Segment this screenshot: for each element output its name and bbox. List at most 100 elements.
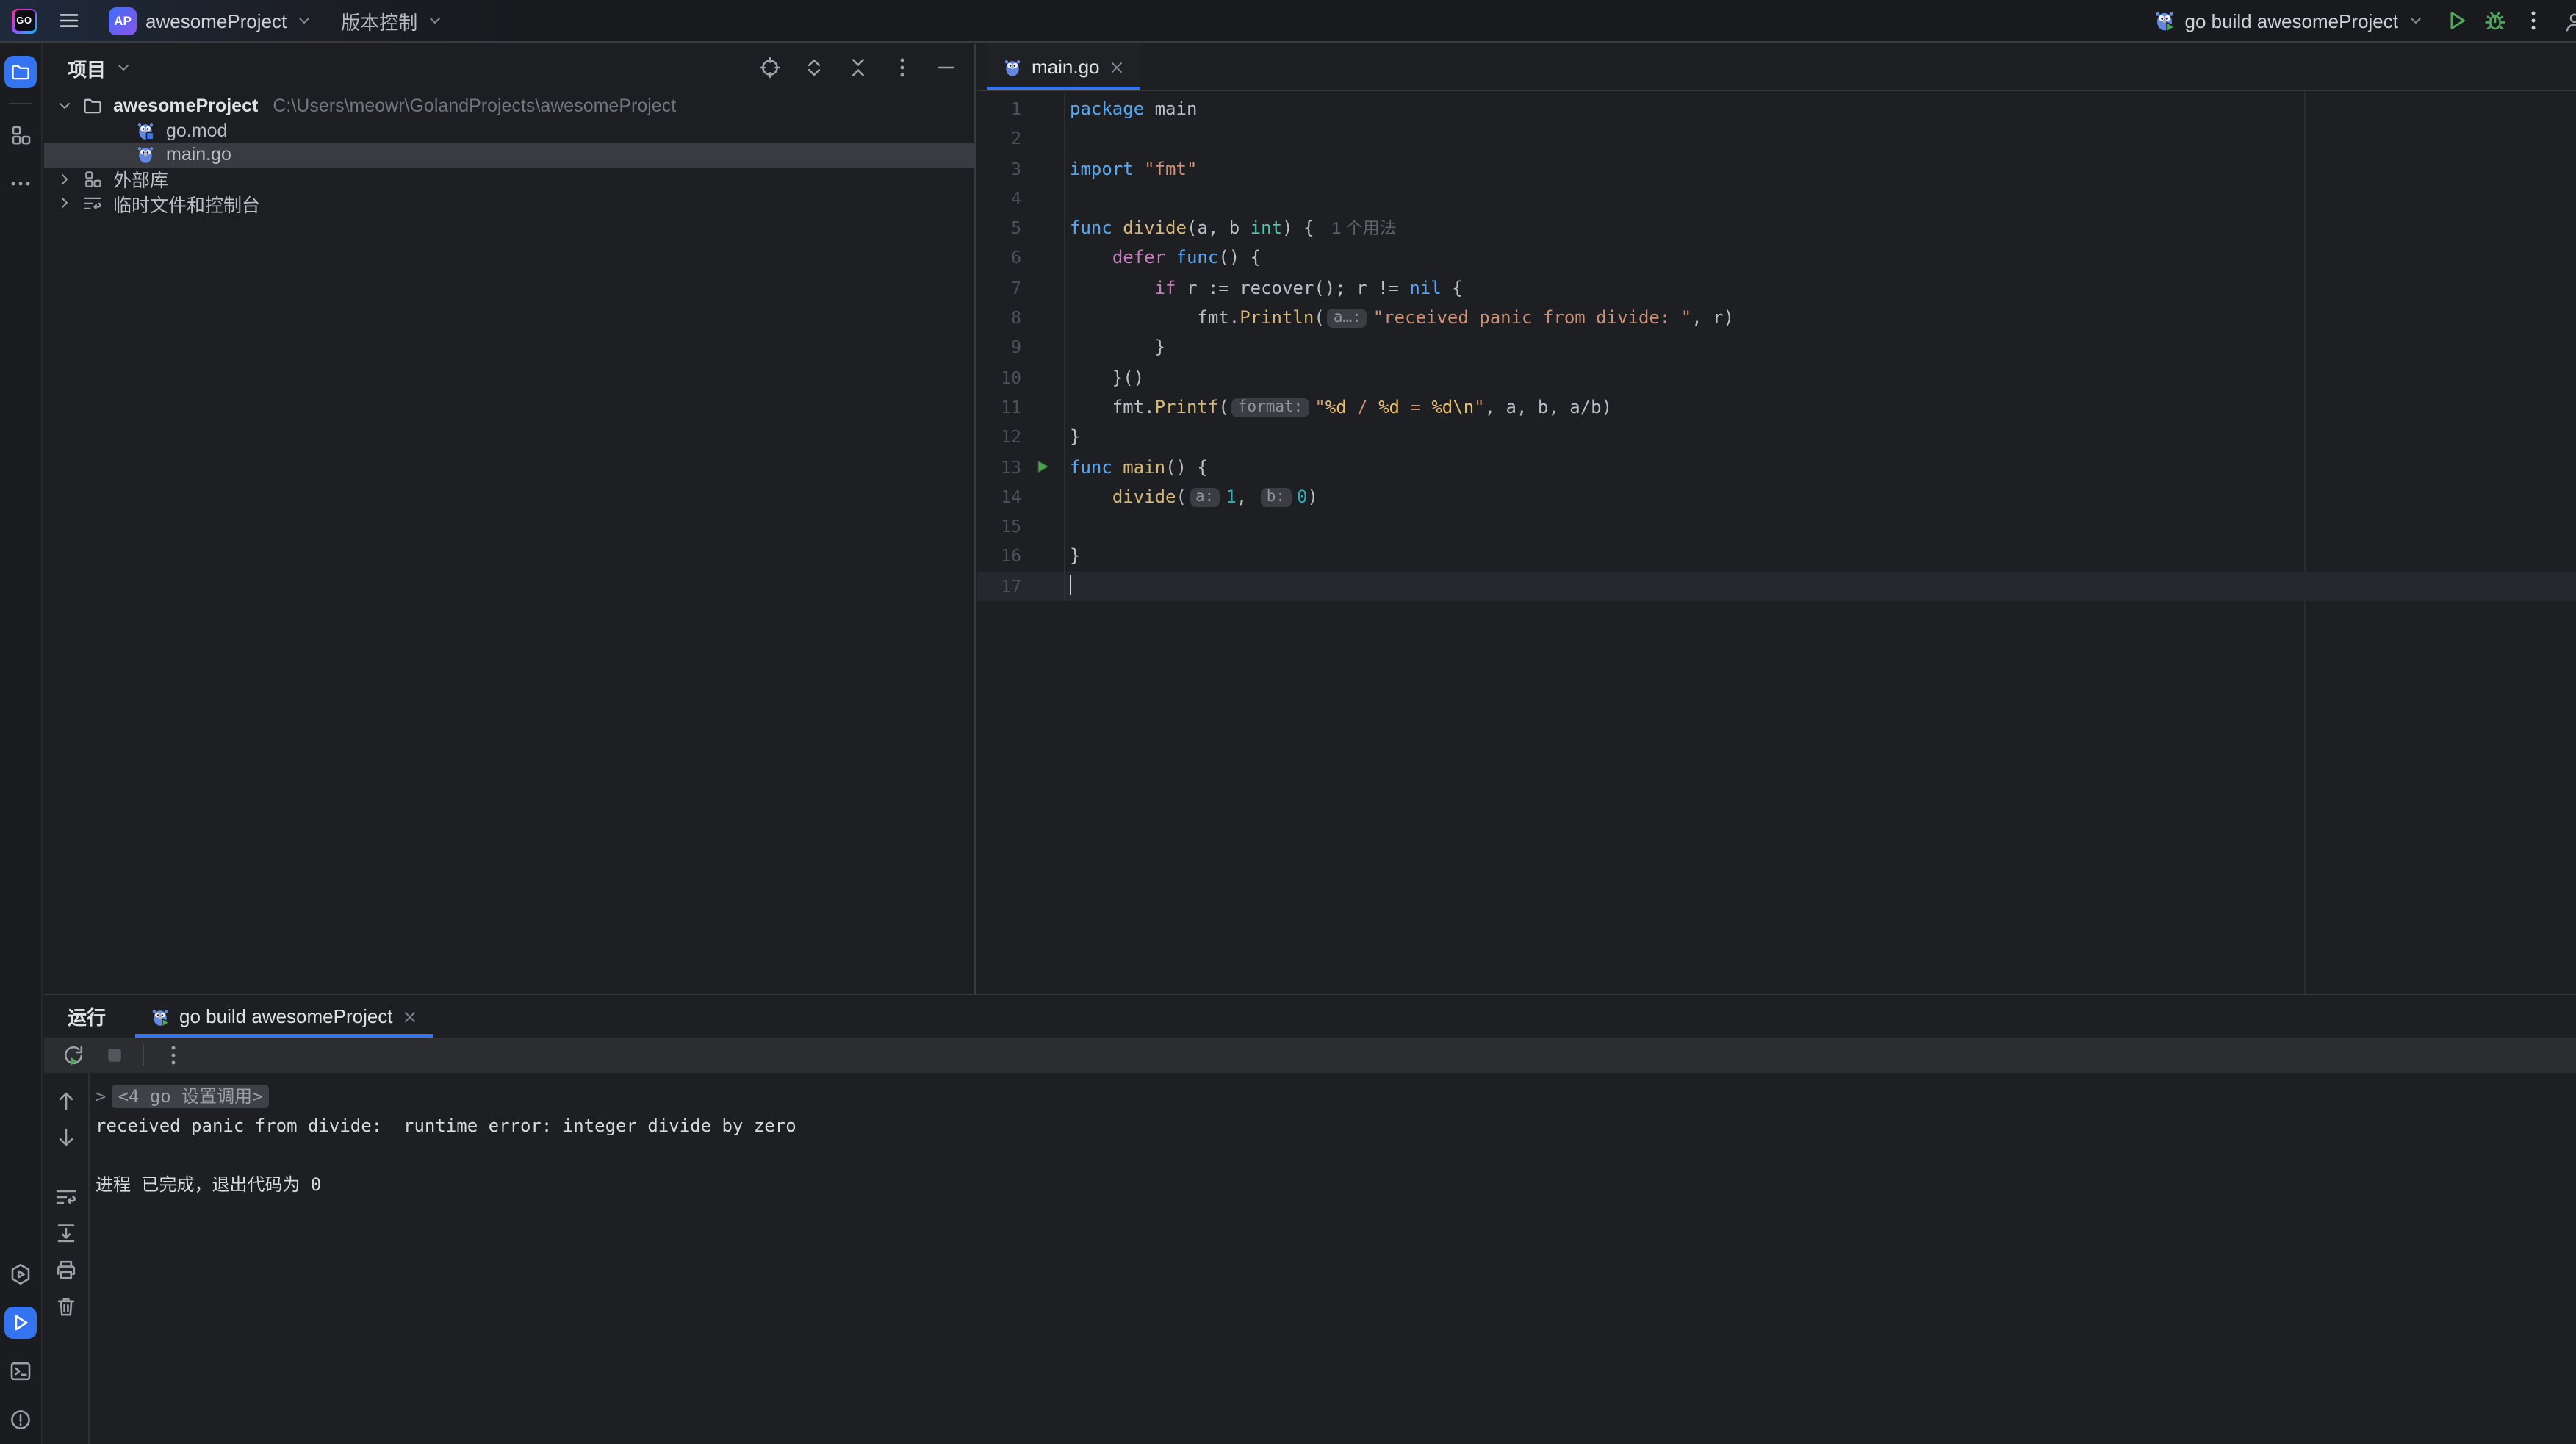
chevron-right-icon[interactable] — [56, 195, 82, 212]
run-tab[interactable]: go build awesomeProject — [135, 995, 434, 1038]
editor-gutter: 13 — [977, 452, 1065, 482]
code-line-3[interactable]: 3import "fmt" — [977, 154, 2576, 184]
code-line-16[interactable]: 16} — [977, 542, 2576, 572]
code-line-5[interactable]: 5func divide(a, b int) {1 个用法 — [977, 213, 2576, 243]
sidebar-item-structure[interactable] — [0, 118, 41, 153]
code-editor[interactable]: 1package main23import "fmt"45func divide… — [977, 91, 2576, 994]
code-line-15[interactable]: 15 — [977, 511, 2576, 542]
code-line-4[interactable]: 4 — [977, 184, 2576, 214]
code-text: fmt.Println(a…:"received panic from divi… — [1065, 303, 1734, 333]
editor-gutter: 5 — [977, 213, 1065, 243]
close-tab-icon[interactable] — [1109, 58, 1126, 76]
profile-icon[interactable] — [2563, 10, 2576, 34]
sidebar-item-run[interactable] — [0, 1304, 41, 1340]
parameter-inlay-hint[interactable]: a: — [1190, 488, 1220, 507]
code-text — [1065, 572, 1071, 602]
clear-console-button[interactable] — [53, 1293, 79, 1320]
code-line-11[interactable]: 11 fmt.Printf(format:"%d / %d = %d\n", a… — [977, 392, 2576, 423]
editor-gutter: 2 — [977, 124, 1065, 154]
project-tree: awesomeProjectC:\Users\meowr\GolandProje… — [44, 91, 974, 215]
close-tab-icon[interactable] — [402, 1007, 420, 1025]
code-line-10[interactable]: 10 }() — [977, 362, 2576, 392]
code-token: (a, b — [1187, 218, 1251, 238]
chevron-down-icon[interactable] — [56, 98, 82, 115]
vcs-menu[interactable]: 版本控制 — [334, 2, 451, 39]
collapse-all-button[interactable] — [845, 54, 871, 81]
code-token: () { — [1218, 248, 1261, 268]
sidebar-item-problems[interactable] — [0, 1401, 41, 1437]
code-token: fmt. — [1070, 397, 1155, 417]
expand-all-button[interactable] — [801, 54, 827, 81]
locate-file-button[interactable] — [757, 54, 783, 81]
print-button[interactable] — [53, 1257, 79, 1283]
tree-item-go.mod[interactable]: go.mod — [44, 118, 974, 143]
code-line-12[interactable]: 12} — [977, 423, 2576, 453]
code-line-2[interactable]: 2 — [977, 124, 2576, 154]
console-wrapper: ><4 go 设置调用>received panic from divide: … — [44, 1073, 2576, 1444]
project-selector[interactable]: AP awesomeProject — [101, 2, 320, 39]
console-output[interactable]: ><4 go 设置调用>received panic from divide: … — [91, 1073, 2576, 1444]
fold-expander-icon[interactable]: > — [96, 1086, 106, 1107]
folded-command-chip[interactable]: <4 go 设置调用> — [112, 1085, 268, 1108]
more-actions-button[interactable] — [2520, 7, 2547, 34]
line-number: 6 — [977, 243, 1021, 273]
sidebar-item-services[interactable] — [0, 1256, 41, 1291]
prev-occurrence-button[interactable] — [53, 1088, 79, 1114]
next-occurrence-button[interactable] — [53, 1124, 79, 1151]
console-options-button[interactable] — [160, 1042, 187, 1068]
code-line-7[interactable]: 7 if r := recover(); r != nil { — [977, 273, 2576, 303]
code-token: int — [1251, 218, 1282, 238]
usages-inlay-hint[interactable]: 1 个用法 — [1331, 220, 1396, 238]
stop-button[interactable] — [103, 1044, 126, 1067]
run-button[interactable] — [2444, 7, 2470, 34]
structure-icon — [9, 123, 32, 147]
code-line-13[interactable]: 13func main() { — [977, 452, 2576, 482]
code-text: divide(a:1, b:0) — [1065, 482, 1318, 512]
scroll-to-end-button[interactable] — [53, 1220, 79, 1246]
parameter-inlay-hint[interactable]: b: — [1261, 488, 1291, 507]
line-number: 15 — [977, 511, 1021, 542]
editor-gutter: 14 — [977, 482, 1065, 512]
code-line-9[interactable]: 9 } — [977, 333, 2576, 363]
sidebar-item-project[interactable] — [0, 54, 41, 90]
code-token: Println — [1240, 307, 1314, 328]
vcs-label: 版本控制 — [341, 7, 417, 35]
editor-gutter: 15 — [977, 511, 1065, 542]
parameter-inlay-hint[interactable]: a…: — [1328, 309, 1367, 328]
tree-item-临时文件和控制台[interactable]: 临时文件和控制台 — [44, 191, 974, 215]
target-icon — [758, 56, 782, 79]
editor-tab-main-go[interactable]: main.go — [987, 44, 1141, 90]
code-line-6[interactable]: 6 defer func() { — [977, 243, 2576, 273]
debug-button[interactable] — [2482, 7, 2508, 34]
main-menu-button[interactable] — [50, 4, 88, 37]
panel-options-button[interactable] — [889, 54, 915, 81]
rerun-icon — [62, 1044, 85, 1067]
tree-item-外部库[interactable]: 外部库 — [44, 167, 974, 191]
code-token: %d — [1325, 397, 1347, 417]
code-line-17[interactable]: 17 — [977, 572, 2576, 602]
code-text: defer func() { — [1065, 243, 1261, 273]
code-line-14[interactable]: 14 divide(a:1, b:0) — [977, 482, 2576, 512]
rerun-button[interactable] — [60, 1042, 87, 1068]
tree-item-awesomeProject[interactable]: awesomeProjectC:\Users\meowr\GolandProje… — [44, 94, 974, 118]
code-line-8[interactable]: 8 fmt.Println(a…:"received panic from di… — [977, 303, 2576, 333]
code-token: package — [1070, 98, 1155, 119]
project-name: awesomeProject — [145, 10, 287, 32]
parameter-inlay-hint[interactable]: format: — [1232, 398, 1309, 417]
sidebar-item-terminal[interactable] — [0, 1353, 41, 1388]
code-line-1[interactable]: 1package main — [977, 94, 2576, 124]
chevron-right-icon[interactable] — [56, 170, 82, 188]
chevron-down-icon[interactable] — [115, 59, 132, 76]
run-line-icon[interactable] — [1021, 459, 1064, 475]
run-configuration-selector[interactable]: go build awesomeProject — [2145, 4, 2433, 37]
tree-item-main.go[interactable]: main.go — [44, 143, 974, 167]
code-token — [1070, 486, 1112, 507]
soft-wrap-button[interactable] — [53, 1183, 79, 1210]
sidebar-item-more[interactable] — [0, 166, 41, 201]
hide-panel-button[interactable] — [933, 54, 960, 81]
folder-icon — [10, 62, 31, 82]
stop-icon — [104, 1045, 125, 1066]
code-token: main — [1123, 456, 1165, 477]
tree-item-icon-gomod — [135, 121, 156, 141]
line-number: 3 — [977, 154, 1021, 184]
